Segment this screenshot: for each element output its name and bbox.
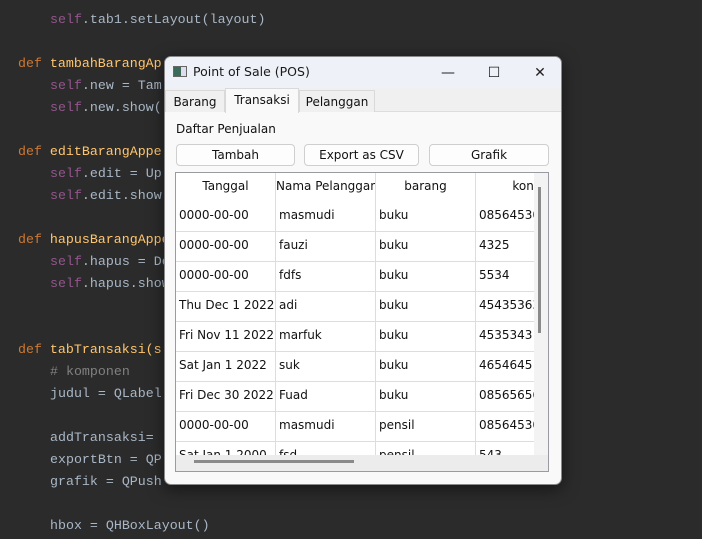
table-cell[interactable]: fauzi bbox=[276, 232, 376, 262]
table-row[interactable]: Thu Dec 1 2022 adi buku 45435363 bbox=[176, 292, 548, 322]
export-csv-button[interactable]: Export as CSV bbox=[304, 144, 419, 166]
code-line: self.hapus = De bbox=[50, 254, 170, 270]
horizontal-scrollbar[interactable] bbox=[176, 455, 548, 471]
table-row[interactable]: 0000-00-00 fdfs buku 5534 bbox=[176, 262, 548, 292]
code-line: def hapusBarangAppe bbox=[18, 232, 170, 248]
table-cell[interactable]: 0000-00-00 bbox=[176, 262, 276, 292]
code-text: self.hapus = De bbox=[50, 254, 170, 269]
code-line: self.edit = Up bbox=[50, 166, 162, 182]
code-text: judul = QLabel bbox=[50, 386, 162, 401]
code-line: def editBarangAppe bbox=[18, 144, 162, 160]
title-bar: Point of Sale (POS) — ☐ ✕ bbox=[165, 57, 561, 88]
code-line: def tabTransaksi(s bbox=[18, 342, 162, 358]
header-nama-pelanggan[interactable]: Nama Pelanggan bbox=[276, 173, 376, 202]
code-line: def tambahBarangAp bbox=[18, 56, 162, 72]
code-text: self.hapus.show bbox=[50, 276, 170, 291]
table-cell[interactable]: 0000-00-00 bbox=[176, 232, 276, 262]
code-line: self.edit.show bbox=[50, 188, 162, 204]
table-cell[interactable]: masmudi bbox=[276, 202, 376, 232]
horizontal-scroll-thumb[interactable] bbox=[194, 460, 354, 463]
table-cell[interactable]: 0000-00-00 bbox=[176, 202, 276, 232]
code-line: self.new.show( bbox=[50, 100, 162, 116]
code-text: self.edit = Up bbox=[50, 166, 162, 181]
code-text: def tambahBarangAp bbox=[18, 56, 162, 71]
code-line: self.new = Tam bbox=[50, 78, 162, 94]
table-cell[interactable]: buku bbox=[376, 382, 476, 412]
table-cell[interactable]: Fri Dec 30 2022 bbox=[176, 382, 276, 412]
pos-window: Point of Sale (POS) — ☐ ✕ Barang Transak… bbox=[164, 56, 562, 485]
code-line: self.hapus.show bbox=[50, 276, 170, 292]
table-cell[interactable]: 0000-00-00 bbox=[176, 412, 276, 442]
table-row[interactable]: 0000-00-00 masmudi buku 08564530 bbox=[176, 202, 548, 232]
code-text: def tabTransaksi(s bbox=[18, 342, 162, 357]
table-cell[interactable]: Sat Jan 1 2022 bbox=[176, 352, 276, 382]
table-cell[interactable]: marfuk bbox=[276, 322, 376, 352]
code-text: exportBtn = QP bbox=[50, 452, 162, 467]
table-cell[interactable]: buku bbox=[376, 292, 476, 322]
table-cell[interactable]: buku bbox=[376, 232, 476, 262]
code-line: judul = QLabel bbox=[50, 386, 162, 402]
code-text: def hapusBarangAppe bbox=[18, 232, 170, 247]
vertical-scrollbar[interactable] bbox=[534, 173, 548, 457]
table-row[interactable]: 0000-00-00 fauzi buku 4325 bbox=[176, 232, 548, 262]
table-cell[interactable]: buku bbox=[376, 322, 476, 352]
code-text: self.new = Tam bbox=[50, 78, 162, 93]
code-line: hbox = QHBoxLayout() bbox=[50, 518, 210, 534]
table-cell[interactable]: adi bbox=[276, 292, 376, 322]
table-header: Tanggal Nama Pelanggan barang kont bbox=[176, 173, 548, 202]
code-line: grafik = QPush bbox=[50, 474, 162, 490]
table-cell[interactable]: Thu Dec 1 2022 bbox=[176, 292, 276, 322]
table-cell[interactable]: suk bbox=[276, 352, 376, 382]
header-barang[interactable]: barang bbox=[376, 173, 476, 202]
tab-pelanggan[interactable]: Pelanggan bbox=[299, 90, 375, 112]
code-line: addTransaksi= ( bbox=[50, 430, 170, 446]
table-cell[interactable]: pensil bbox=[376, 412, 476, 442]
minimize-button[interactable]: — bbox=[425, 57, 471, 88]
close-button[interactable]: ✕ bbox=[517, 57, 561, 88]
table-row[interactable]: Sat Jan 1 2022 suk buku 4654645 bbox=[176, 352, 548, 382]
code-line: self.tab1.setLayout(layout) bbox=[50, 12, 265, 28]
code-line: # komponen bbox=[50, 364, 130, 380]
sales-table[interactable]: Tanggal Nama Pelanggan barang kont 0000-… bbox=[175, 172, 549, 472]
table-cell[interactable]: fdfs bbox=[276, 262, 376, 292]
window-title: Point of Sale (POS) bbox=[193, 64, 310, 79]
table-cell[interactable]: buku bbox=[376, 262, 476, 292]
table-cell[interactable]: Fuad bbox=[276, 382, 376, 412]
maximize-button[interactable]: ☐ bbox=[471, 57, 517, 88]
code-text: self.tab1.setLayout(layout) bbox=[50, 12, 266, 27]
table-row[interactable]: Fri Dec 30 2022 Fuad buku 08565656 bbox=[176, 382, 548, 412]
table-cell[interactable]: buku bbox=[376, 202, 476, 232]
tab-barang[interactable]: Barang bbox=[165, 90, 225, 112]
table-row[interactable]: 0000-00-00 masmudi pensil 08564530 bbox=[176, 412, 548, 442]
code-line: exportBtn = QP bbox=[50, 452, 162, 468]
code-text: hbox = QHBoxLayout() bbox=[50, 518, 210, 533]
table-row[interactable]: Fri Nov 11 2022 marfuk buku 4535343 bbox=[176, 322, 548, 352]
chart-button[interactable]: Grafik bbox=[429, 144, 549, 166]
code-text: self.edit.show bbox=[50, 188, 162, 203]
code-text: self.new.show( bbox=[50, 100, 162, 115]
add-button[interactable]: Tambah bbox=[176, 144, 295, 166]
section-label: Daftar Penjualan bbox=[176, 122, 276, 136]
code-text: # komponen bbox=[50, 364, 130, 379]
code-text: grafik = QPush bbox=[50, 474, 162, 489]
table-cell[interactable]: buku bbox=[376, 352, 476, 382]
tab-bar: Barang Transaksi Pelanggan bbox=[165, 88, 561, 113]
table-cell[interactable]: masmudi bbox=[276, 412, 376, 442]
code-text: addTransaksi= ( bbox=[50, 430, 170, 445]
code-text: def editBarangAppe bbox=[18, 144, 162, 159]
tab-transaksi[interactable]: Transaksi bbox=[225, 88, 299, 113]
table-cell[interactable]: Fri Nov 11 2022 bbox=[176, 322, 276, 352]
vertical-scroll-thumb[interactable] bbox=[538, 187, 541, 333]
app-icon bbox=[173, 66, 187, 77]
header-tanggal[interactable]: Tanggal bbox=[176, 173, 276, 202]
